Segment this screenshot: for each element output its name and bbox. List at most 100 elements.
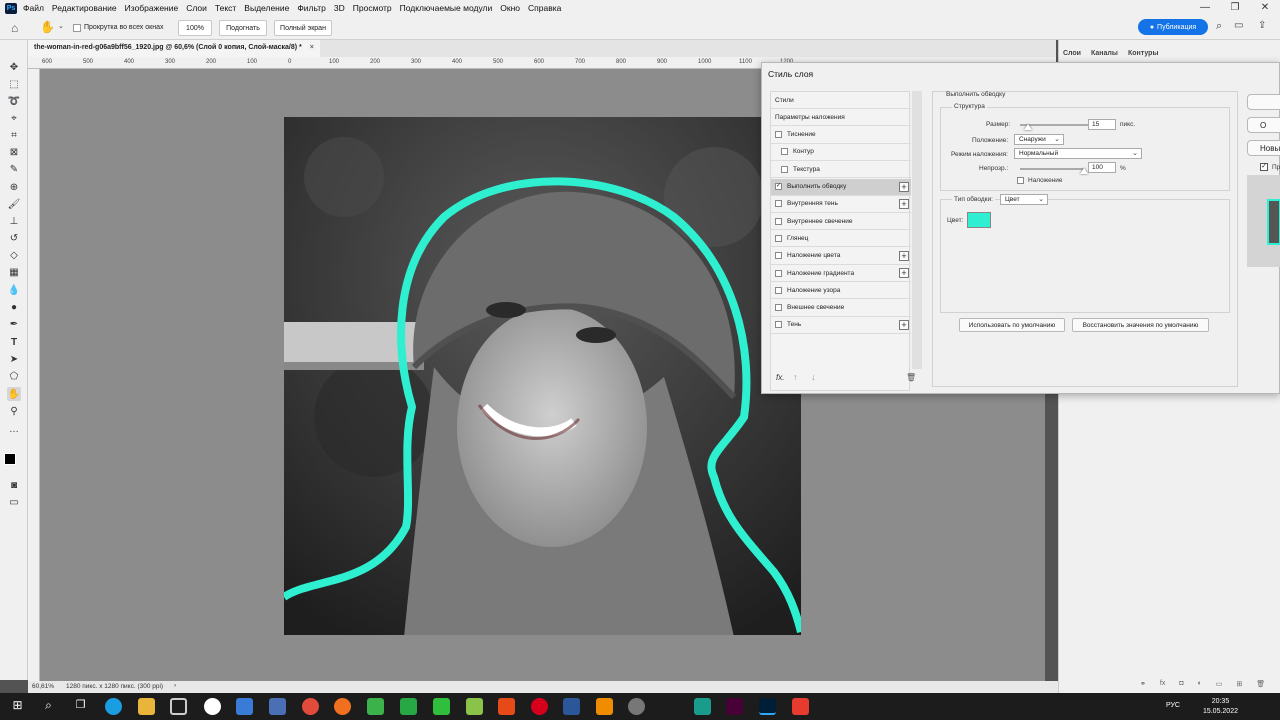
eyedropper-tool-icon[interactable]: ✎	[7, 162, 21, 176]
new-style-button[interactable]: Новы	[1247, 140, 1280, 156]
opacity-input[interactable]: 100	[1088, 162, 1116, 173]
menu-image[interactable]: Изображение	[125, 3, 179, 13]
blend-mode-select[interactable]: Нормальный ⌄	[1014, 148, 1142, 159]
eraser-tool-icon[interactable]: ◇	[7, 248, 21, 262]
fill-type-select[interactable]: Цвет ⌄	[1000, 194, 1048, 205]
style-item[interactable]: Стили	[771, 92, 911, 109]
task-view-icon[interactable]: ❐	[72, 698, 89, 715]
style-checkbox[interactable]	[775, 131, 782, 139]
fullscreen-button[interactable]: Полный экран	[274, 20, 332, 36]
cancel-button[interactable]: О	[1247, 117, 1280, 133]
menu-select[interactable]: Выделение	[244, 3, 289, 13]
size-input[interactable]: 15	[1088, 119, 1116, 130]
app-icon-6[interactable]	[694, 698, 711, 715]
position-select[interactable]: Снаружи ⌄	[1014, 134, 1064, 145]
path-select-icon[interactable]: ➤	[7, 352, 21, 366]
zoom-level[interactable]: 60,61%	[32, 683, 54, 690]
style-item[interactable]: ✓ Выполнить обводку +	[771, 178, 911, 196]
shape-tool-icon[interactable]: ⬠	[7, 369, 21, 383]
share-icon[interactable]: ⇪	[1258, 20, 1266, 31]
foreground-color-swatch[interactable]	[4, 453, 16, 465]
home-icon[interactable]: ⌂	[11, 21, 18, 35]
style-item[interactable]: Тиснение	[771, 127, 911, 144]
menu-filter[interactable]: Фильтр	[297, 3, 326, 13]
style-checkbox[interactable]	[781, 165, 788, 173]
document-tab[interactable]: the-woman-in-red-g06a9bff56_1920.jpg @ 6…	[28, 40, 320, 57]
styles-scrollbar[interactable]	[912, 91, 922, 369]
lasso-tool-icon[interactable]: ➰	[7, 94, 21, 108]
healing-tool-icon[interactable]: ⊕	[7, 180, 21, 194]
style-item[interactable]: Текстура	[771, 161, 911, 179]
tab-layers[interactable]: Слои	[1063, 50, 1081, 57]
pen-tool-icon[interactable]: ✒	[7, 317, 21, 331]
style-checkbox[interactable]	[781, 148, 788, 156]
window-icon[interactable]	[170, 698, 187, 715]
add-style-icon[interactable]: +	[899, 250, 909, 261]
delete-layer-icon[interactable]: 🗑	[1256, 680, 1265, 690]
fx-menu-button[interactable]: fx.	[776, 373, 784, 382]
move-down-icon[interactable]: ↓	[811, 372, 816, 382]
brush-tool-icon[interactable]: 🖌	[7, 197, 21, 211]
menu-edit[interactable]: Редактирование	[52, 3, 117, 13]
style-checkbox[interactable]	[775, 234, 782, 242]
style-checkbox[interactable]	[775, 321, 782, 329]
edge-icon[interactable]	[105, 698, 122, 715]
menu-plugins[interactable]: Подключаемые модули	[400, 3, 493, 13]
style-item[interactable]: Тень +	[771, 317, 911, 334]
add-style-icon[interactable]: +	[899, 198, 909, 209]
office-icon[interactable]	[498, 698, 515, 715]
style-checkbox[interactable]	[775, 304, 782, 312]
tab-channels[interactable]: Каналы	[1091, 50, 1118, 57]
marquee-tool-icon[interactable]: ⬚	[7, 77, 21, 91]
close-icon[interactable]: ✕	[1250, 0, 1280, 16]
add-style-icon[interactable]: +	[899, 268, 909, 278]
stamp-tool-icon[interactable]: ⊥	[7, 214, 21, 228]
menu-help[interactable]: Справка	[528, 3, 561, 13]
opacity-slider-thumb[interactable]	[1080, 168, 1088, 174]
zoom-tool-icon[interactable]: ⚲	[7, 404, 21, 418]
style-item[interactable]: Глянец	[771, 230, 911, 248]
screen-mode-icon[interactable]: ▭	[7, 495, 21, 509]
style-item[interactable]: Наложение узора	[771, 282, 911, 300]
move-up-icon[interactable]: ↑	[793, 372, 798, 382]
menu-file[interactable]: Файл	[23, 3, 44, 13]
document-image[interactable]	[284, 117, 801, 635]
crop-tool-icon[interactable]: ⌗	[7, 128, 21, 142]
hand-tool-icon[interactable]: ✋	[7, 387, 21, 401]
minimize-icon[interactable]: —	[1190, 0, 1220, 16]
search-icon[interactable]: ⌕	[40, 698, 57, 715]
save-icon[interactable]	[269, 698, 286, 715]
move-tool-icon[interactable]: ✥	[7, 60, 21, 74]
search-icon[interactable]: ⌕	[1216, 20, 1222, 33]
size-slider-thumb[interactable]	[1023, 124, 1032, 130]
menu-3d[interactable]: 3D	[334, 3, 345, 13]
quick-select-tool-icon[interactable]: ⌖	[7, 111, 21, 125]
style-item[interactable]: Внешнее свечение	[771, 300, 911, 317]
style-item[interactable]: Наложение градиента +	[771, 265, 911, 282]
type-tool-icon[interactable]: T	[7, 335, 21, 349]
workspace-icon[interactable]: ▭	[1234, 20, 1243, 31]
app-icon-3[interactable]	[433, 698, 450, 715]
fit-button[interactable]: Подогнать	[219, 20, 267, 36]
style-checkbox[interactable]	[775, 217, 782, 225]
overprint-checkbox[interactable]	[1017, 177, 1024, 184]
style-checkbox[interactable]: ✓	[775, 183, 782, 190]
firefox-icon[interactable]	[334, 698, 351, 715]
tab-paths[interactable]: Контуры	[1128, 50, 1158, 57]
style-checkbox[interactable]	[775, 200, 782, 208]
style-item[interactable]: Контур	[771, 144, 911, 161]
menu-window[interactable]: Окно	[500, 3, 520, 13]
gradient-tool-icon[interactable]: ▦	[7, 265, 21, 279]
yandex-icon[interactable]	[204, 698, 221, 715]
style-item[interactable]: Наложение цвета +	[771, 248, 911, 265]
stroke-color-swatch[interactable]	[967, 212, 991, 228]
ok-button[interactable]	[1247, 94, 1280, 110]
chevron-right-icon[interactable]: ›	[174, 682, 176, 689]
history-brush-icon[interactable]: ↺	[7, 231, 21, 245]
blur-tool-icon[interactable]: 💧	[7, 283, 21, 297]
mail-icon[interactable]	[236, 698, 253, 715]
trash-icon[interactable]: 🗑	[906, 373, 916, 382]
clock[interactable]: 20:35 15.05.2022	[1203, 697, 1238, 717]
windows-start-icon[interactable]: ⊞	[9, 698, 26, 715]
quick-mask-icon[interactable]: ◙	[7, 478, 21, 492]
